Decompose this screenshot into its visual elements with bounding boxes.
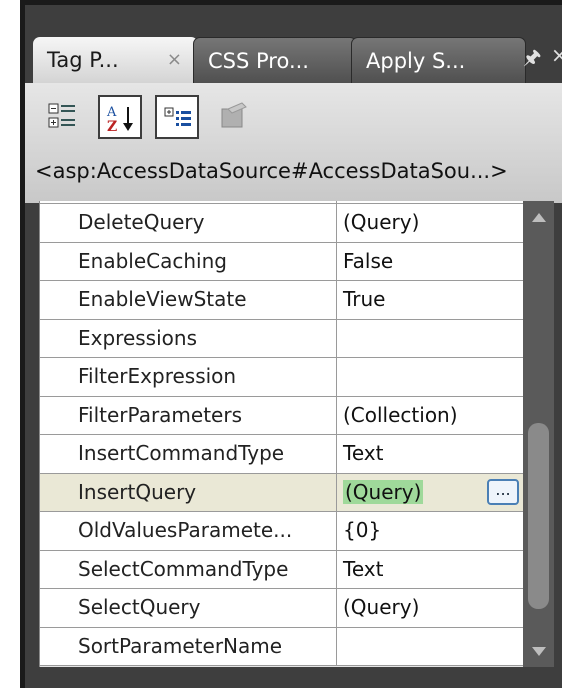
property-value-text: {0} <box>343 518 382 542</box>
property-value[interactable]: True <box>341 281 524 319</box>
tab-apply-styles-label: Apply S... <box>366 49 466 73</box>
element-selector[interactable]: <asp:AccessDataSource#AccessDataSou...> <box>35 159 508 183</box>
table-row[interactable]: SelectQuery (Query) <box>40 589 524 628</box>
show-set-properties-button[interactable] <box>155 95 199 139</box>
table-row[interactable]: EnableViewState True <box>40 281 524 320</box>
properties-window: Tag P... × CSS Pro... Apply S... 🖈 × A Z… <box>20 0 562 688</box>
panel-bottom-border <box>25 667 562 688</box>
property-name: SelectQuery <box>40 589 337 627</box>
property-value[interactable]: Text <box>341 551 524 589</box>
property-name: OldValuesParamete... <box>40 512 337 550</box>
property-name: DeleteQuery <box>40 204 337 242</box>
table-row[interactable]: EnableCaching False <box>40 242 524 281</box>
scroll-down-icon[interactable] <box>523 637 554 667</box>
property-value[interactable]: (Collection) <box>341 397 524 435</box>
categorized-icon <box>48 103 75 128</box>
property-name: EnableViewState <box>40 281 337 319</box>
property-value[interactable] <box>341 320 524 358</box>
properties-panel: Tag P... × CSS Pro... Apply S... 🖈 × A Z… <box>25 5 562 688</box>
ellipsis-button[interactable]: ... <box>487 478 519 505</box>
table-row[interactable]: DeleteQuery (Query) <box>40 204 524 243</box>
tab-tag-properties[interactable]: Tag P... × <box>33 37 198 83</box>
property-value[interactable]: Text <box>341 435 524 473</box>
tab-css-properties[interactable]: CSS Pro... <box>193 37 357 83</box>
tab-tag-properties-label: Tag P... <box>47 48 119 72</box>
alphabetical-sort-icon: A Z <box>106 105 133 135</box>
property-value[interactable]: (Query)... <box>341 474 524 512</box>
properties-page-button[interactable] <box>212 95 256 139</box>
table-row[interactable]: SortParameterName <box>40 627 524 666</box>
pin-icon[interactable]: 🖈 <box>523 43 542 77</box>
property-name: EnableCaching <box>40 242 337 280</box>
property-value[interactable] <box>341 628 524 666</box>
scrollbar-thumb[interactable] <box>528 423 549 609</box>
property-value-text: (Collection) <box>343 402 458 427</box>
property-value-text: (Query) <box>343 595 420 619</box>
properties-page-icon <box>221 102 247 128</box>
property-value-text: Text <box>343 556 384 581</box>
table-row[interactable]: OldValuesParamete... {0} <box>40 512 524 551</box>
svg-text:Z: Z <box>107 119 117 135</box>
property-value[interactable]: {0} <box>341 512 524 550</box>
property-value-text: Text <box>343 441 384 465</box>
property-value[interactable] <box>341 358 524 396</box>
property-name: SelectCommandType <box>40 550 337 588</box>
property-name: InsertQuery <box>40 473 337 511</box>
property-grid: DeleteQuery (Query) EnableCaching False Enab… <box>39 201 524 667</box>
property-name: SortParameterName <box>40 627 337 665</box>
tab-apply-styles[interactable]: Apply S... <box>351 37 526 83</box>
property-value-text: False <box>343 248 394 273</box>
table-row[interactable]: FilterExpression <box>40 358 524 397</box>
table-row[interactable]: Expressions <box>40 319 524 358</box>
property-value[interactable]: (Query) <box>341 589 524 627</box>
property-value-text: (Query) <box>343 479 424 504</box>
scroll-up-icon[interactable] <box>523 201 554 231</box>
tab-close-icon[interactable]: × <box>167 37 182 83</box>
show-set-properties-icon <box>164 107 191 126</box>
table-row[interactable]: InsertCommandType Text <box>40 435 524 474</box>
property-name: Expressions <box>40 319 337 357</box>
property-value[interactable]: (Query) <box>341 204 524 242</box>
property-name: FilterExpression <box>40 358 337 396</box>
table-row[interactable]: InsertQuery (Query)... <box>40 473 524 512</box>
table-row[interactable]: SelectCommandType Text <box>40 550 524 589</box>
property-value-text: True <box>343 287 386 311</box>
property-value[interactable]: False <box>341 243 524 281</box>
property-value-text: (Query) <box>343 210 420 234</box>
vertical-scrollbar[interactable] <box>523 201 554 667</box>
alphabetical-sort-button[interactable]: A Z <box>98 95 142 139</box>
property-name: InsertCommandType <box>40 435 337 473</box>
close-icon[interactable]: × <box>551 43 562 67</box>
categorized-button[interactable] <box>41 95 85 139</box>
table-row[interactable]: FilterParameters (Collection) <box>40 396 524 435</box>
toolbar: A Z <asp:AccessDataSource#AccessDataSou.… <box>25 83 562 203</box>
property-name: FilterParameters <box>40 396 337 434</box>
tab-css-properties-label: CSS Pro... <box>208 49 309 73</box>
svg-text:A: A <box>106 105 117 120</box>
